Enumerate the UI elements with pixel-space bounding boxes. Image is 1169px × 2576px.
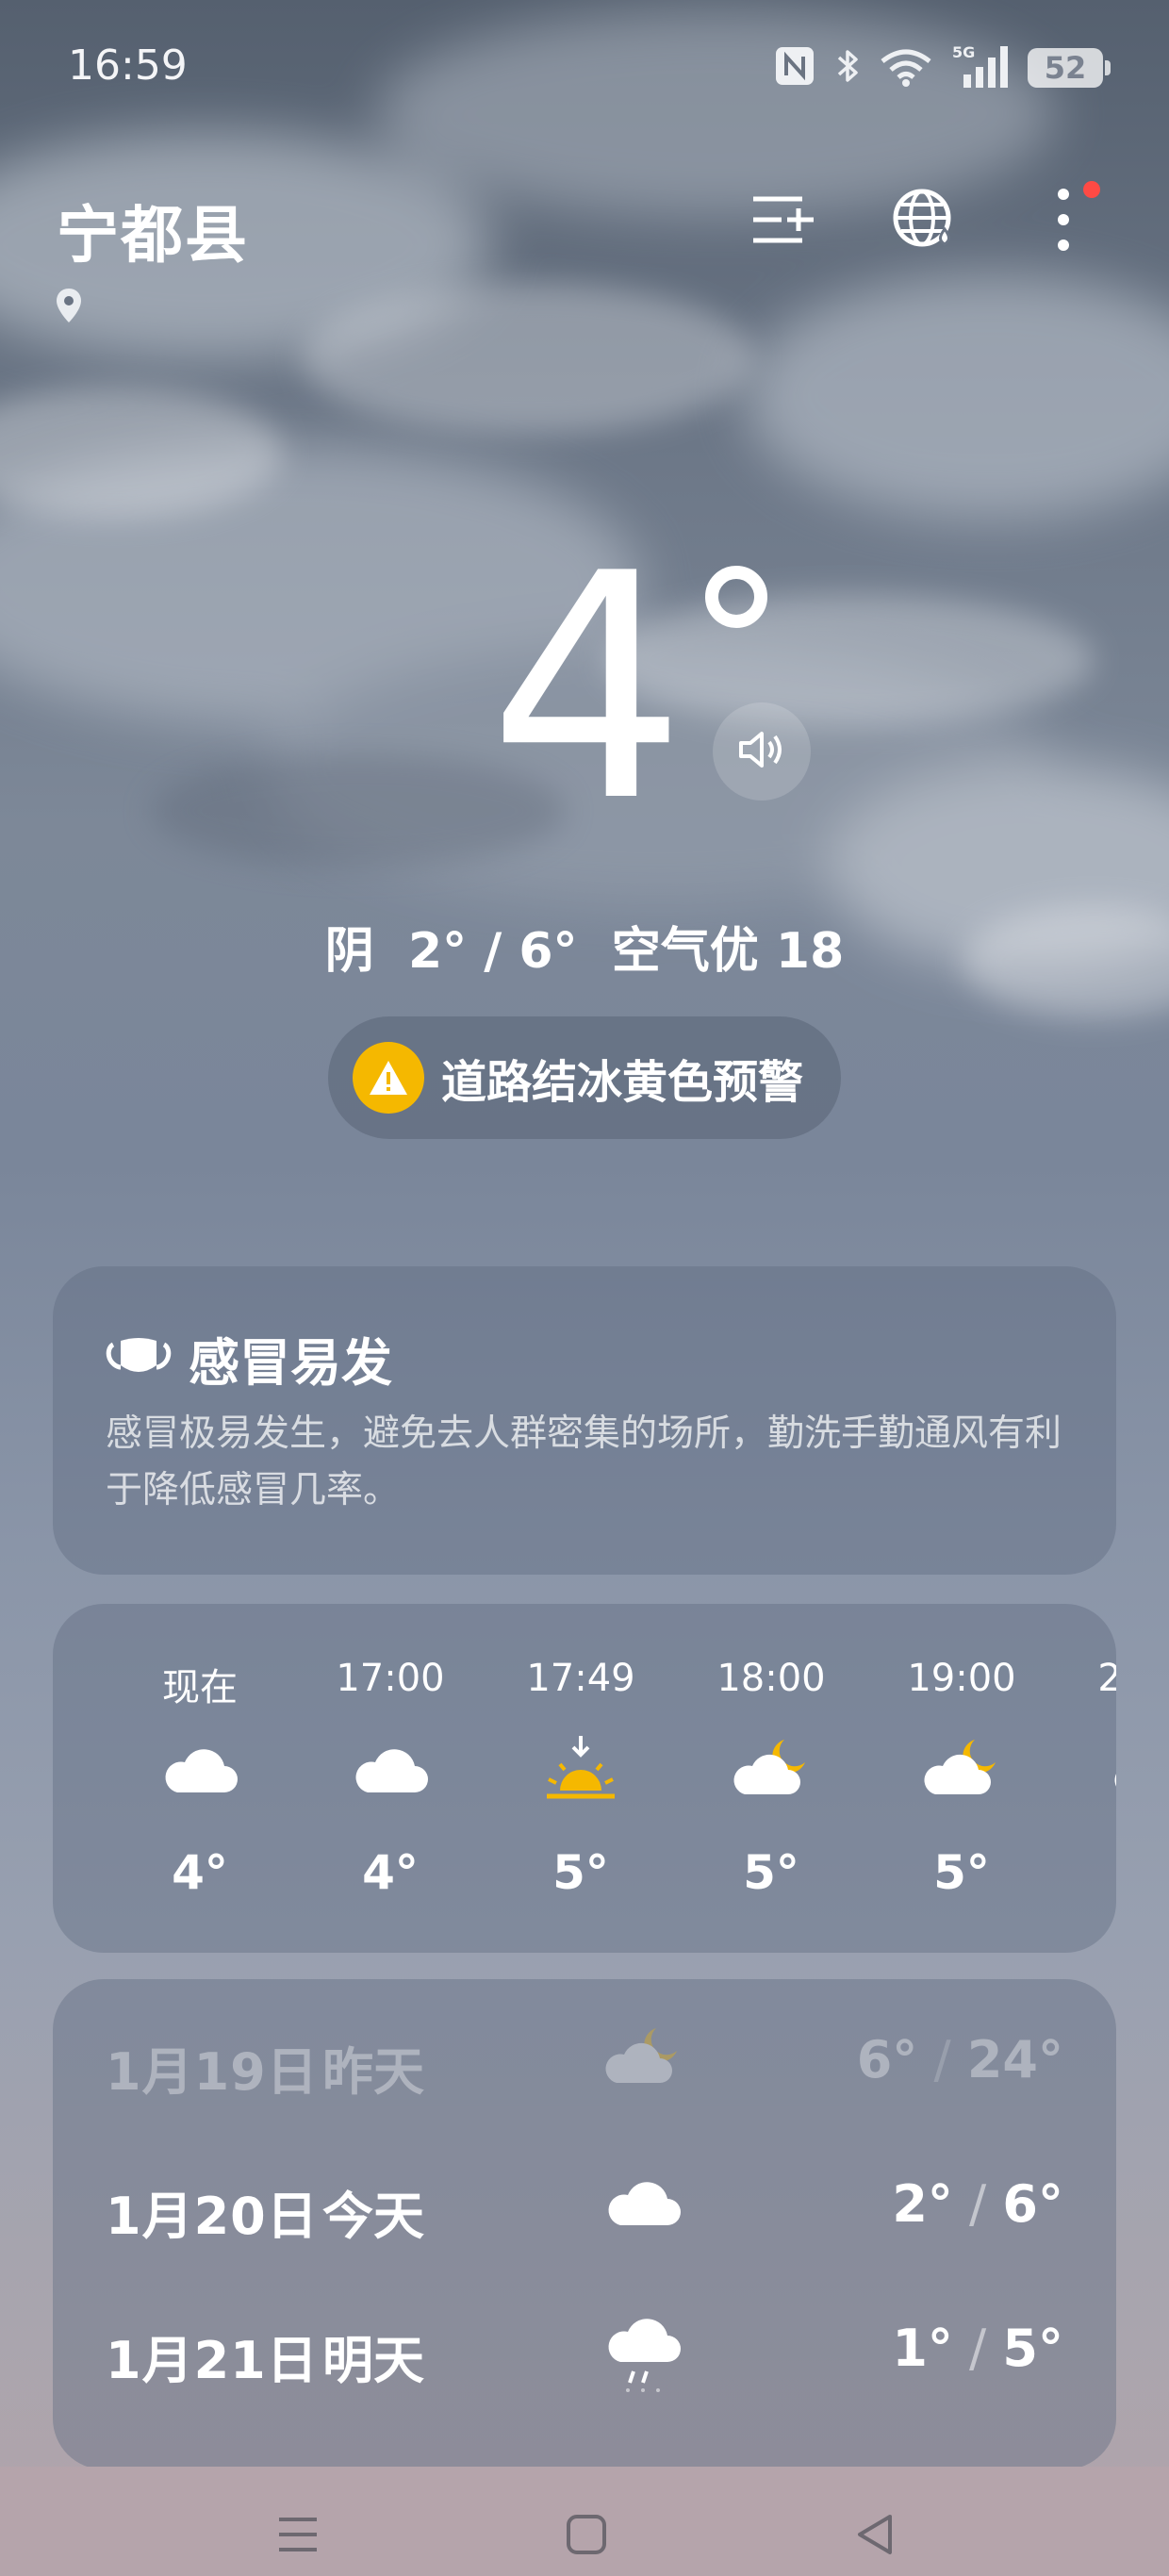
range-separator: / xyxy=(952,2174,1003,2234)
globe-button[interactable] xyxy=(881,179,966,264)
day-low: 1° xyxy=(892,2319,953,2378)
hour-temp: 4° xyxy=(172,1845,228,1900)
hour-temp: 5° xyxy=(552,1845,609,1900)
hourly-item: 20:00 4° xyxy=(1067,1604,1116,1953)
hour-temp: 4° xyxy=(362,1845,419,1900)
day-date: 1月21日 xyxy=(106,2331,319,2390)
back-icon xyxy=(854,2513,896,2560)
recent-apps-icon xyxy=(275,2514,321,2559)
cloud-icon xyxy=(158,1734,241,1806)
hour-time: 18:00 xyxy=(716,1657,826,1700)
city-name[interactable]: 宁都县 xyxy=(57,185,249,275)
day-low: 6° xyxy=(856,2030,918,2089)
high-temp: 6° xyxy=(519,923,578,980)
cloud-moon-icon xyxy=(920,1734,1003,1806)
cloud-icon xyxy=(601,2167,684,2238)
degree-symbol xyxy=(705,566,767,628)
more-options-button[interactable] xyxy=(1021,179,1106,264)
5g-signal-icon: 5G xyxy=(950,42,1011,93)
warning-icon xyxy=(353,1042,424,1114)
hourly-item: 17:49 5° xyxy=(496,1604,666,1953)
low-temp: 2° xyxy=(407,923,468,980)
day-label: 明天 xyxy=(322,2331,424,2390)
daily-row[interactable]: 1月20日 今天 2° / 6° xyxy=(53,2142,1116,2265)
day-temp-range: 1° / 5° xyxy=(892,2319,1063,2378)
nfc-icon xyxy=(773,44,816,91)
hour-temp: 5° xyxy=(743,1845,799,1900)
globe-icon xyxy=(890,186,958,257)
weather-alert-button[interactable]: 道路结冰黄色预警 xyxy=(328,1016,841,1139)
home-icon xyxy=(565,2513,608,2560)
hourly-item: 17:00 4° xyxy=(305,1604,475,1953)
sunset-icon xyxy=(539,1734,622,1813)
hour-time: 19:00 xyxy=(907,1657,1016,1700)
range-separator: / xyxy=(917,2030,967,2089)
home-button[interactable] xyxy=(549,2499,624,2574)
speaker-icon xyxy=(735,727,788,776)
aqi-label: 空气优 xyxy=(611,923,759,980)
cloud-moon-icon xyxy=(1111,1734,1116,1806)
day-date: 1月20日 xyxy=(106,2187,319,2246)
day-high: 6° xyxy=(1002,2174,1063,2234)
day-high: 5° xyxy=(1002,2319,1063,2378)
hour-time: 20:00 xyxy=(1097,1657,1116,1700)
battery-level: 52 xyxy=(1044,50,1087,86)
add-city-button[interactable] xyxy=(741,179,826,264)
daily-row[interactable]: 1月19日 昨天 6° / 24° xyxy=(53,1998,1116,2121)
back-button[interactable] xyxy=(837,2499,913,2574)
weather-summary: 阴 2° / 6° 空气优 18 xyxy=(324,923,845,980)
svg-text:5G: 5G xyxy=(952,43,975,61)
day-label: 昨天 xyxy=(322,2042,424,2102)
voice-broadcast-button[interactable] xyxy=(713,702,811,801)
day-label: 今天 xyxy=(322,2187,424,2246)
hourly-item: 现在 4° xyxy=(115,1604,285,1953)
recent-apps-button[interactable] xyxy=(260,2499,336,2574)
day-low: 2° xyxy=(892,2174,953,2234)
rain-icon xyxy=(601,2311,684,2398)
flu-index-card[interactable]: 感冒易发 感冒极易发生，避免去人群密集的场所，勤洗手勤通风有利于降低感冒几率。 xyxy=(53,1266,1116,1575)
current-temperature: 4 xyxy=(488,507,686,869)
hourly-forecast-card[interactable]: 现在 4° 17:00 4° 17:49 5° 18:00 5° 19:00 5… xyxy=(53,1604,1116,1953)
hour-time: 现在 xyxy=(162,1666,238,1709)
cloud-moon-icon xyxy=(601,2023,684,2094)
status-time: 16:59 xyxy=(68,41,188,90)
daily-row[interactable]: 1月21日 明天 1° / 5° xyxy=(53,2287,1116,2409)
flu-description: 感冒极易发生，避免去人群密集的场所，勤洗手勤通风有利于降低感冒几率。 xyxy=(106,1412,1062,1511)
day-high: 24° xyxy=(966,2030,1063,2089)
hour-time: 17:00 xyxy=(336,1657,445,1700)
hour-temp: 5° xyxy=(933,1845,990,1900)
location-pin-icon xyxy=(55,287,83,328)
navigation-bar xyxy=(0,2467,1169,2576)
daily-forecast-card[interactable]: 1月19日 昨天 6° / 24° 1月20日 今天 2° / 6° 1月21日… xyxy=(53,1979,1116,2469)
aqi-value: 18 xyxy=(775,923,845,980)
status-bar: 16:59 5G 52 xyxy=(0,0,1169,132)
cloud-icon xyxy=(349,1734,432,1806)
flu-title-row: 感冒易发 xyxy=(106,1321,392,1395)
add-city-icon xyxy=(749,191,817,252)
day-temp-range: 2° / 6° xyxy=(892,2174,1063,2234)
flu-title: 感冒易发 xyxy=(189,1333,392,1393)
bluetooth-icon xyxy=(833,44,862,91)
alert-text: 道路结冰黄色预警 xyxy=(441,1056,804,1109)
day-temp-range: 6° / 24° xyxy=(857,2030,1063,2089)
mask-icon xyxy=(106,1333,172,1384)
hourly-item: 19:00 5° xyxy=(877,1604,1046,1953)
more-vertical-icon xyxy=(1054,187,1073,256)
battery-icon: 52 xyxy=(1028,48,1111,88)
wifi-icon xyxy=(879,44,933,91)
hour-temp: 4° xyxy=(1067,1845,1116,1900)
status-icons: 5G 52 xyxy=(773,41,1111,94)
cloud-moon-icon xyxy=(730,1734,813,1806)
range-separator: / xyxy=(952,2319,1003,2378)
condition: 阴 xyxy=(324,923,374,980)
notification-dot xyxy=(1083,181,1100,198)
day-date: 1月19日 xyxy=(106,2042,319,2102)
hourly-item: 18:00 5° xyxy=(686,1604,856,1953)
hour-time: 17:49 xyxy=(526,1657,635,1700)
